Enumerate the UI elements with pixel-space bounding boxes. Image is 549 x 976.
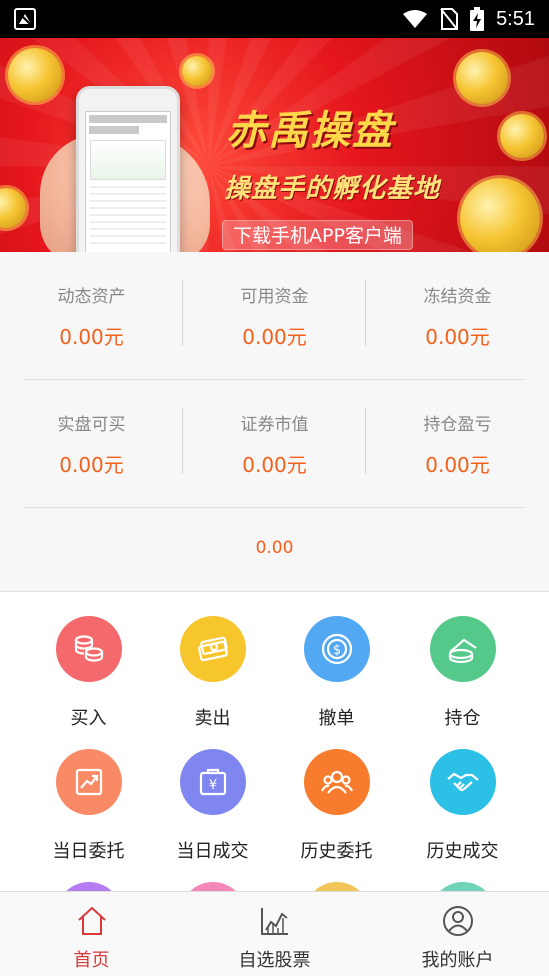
handshake-icon — [429, 749, 496, 815]
dollar-coin-icon: $ — [303, 616, 370, 682]
home-icon — [77, 906, 106, 935]
asset-value: 0.00元 — [425, 453, 490, 477]
menu-item-partial[interactable] — [144, 882, 281, 891]
asset-value: 0.00元 — [242, 325, 307, 349]
menu-label: 买入 — [70, 708, 107, 729]
menu-circle-icon — [179, 882, 246, 891]
nav-watchlist[interactable]: 自选股票 — [183, 892, 366, 976]
promo-banner[interactable]: 赤禹操盘 操盘手的孵化基地 下载手机APP客户端 — [0, 38, 549, 252]
menu-circle-icon — [55, 882, 122, 891]
status-time: 5:51 — [496, 7, 535, 30]
no-sim-icon — [440, 8, 459, 30]
menu-label: 历史成交 — [426, 841, 499, 862]
gold-coin-decoration — [8, 48, 62, 102]
phone-illustration — [76, 86, 180, 252]
svg-text:$: $ — [332, 643, 340, 658]
menu-label: 撤单 — [318, 708, 355, 729]
user-icon — [442, 906, 473, 936]
menu-label: 持仓 — [444, 708, 481, 729]
menu-label: 卖出 — [194, 708, 231, 729]
stock-chart-icon — [260, 908, 288, 935]
bottom-nav: 首页 自选股票 我的账户 — [0, 891, 549, 976]
asset-label: 持仓盈亏 — [423, 415, 492, 435]
asset-value: 0.00元 — [59, 453, 124, 477]
yuan-wallet-icon: ¥ — [179, 749, 246, 815]
trend-chart-icon — [55, 749, 122, 815]
cash-icon — [179, 616, 246, 682]
menu-today-orders[interactable]: 当日委托 — [20, 749, 157, 863]
coins-icon — [55, 616, 122, 682]
notification-icon — [14, 8, 36, 30]
asset-row: 实盘可买 0.00元 证券市值 0.00元 持仓盈亏 0.00元 — [0, 380, 549, 480]
gold-coin-decoration — [182, 56, 212, 86]
asset-label: 动态资产 — [57, 287, 126, 307]
money-stack-icon — [429, 616, 496, 682]
asset-value: 0.00元 — [425, 325, 490, 349]
menu-history-deals[interactable]: 历史成交 — [394, 749, 531, 863]
asset-available: 可用资金 0.00元 — [183, 252, 366, 352]
wifi-icon — [403, 10, 428, 28]
asset-value: 0.00元 — [242, 453, 307, 477]
banner-title: 赤禹操盘 — [226, 108, 394, 154]
asset-summary: 动态资产 0.00元 可用资金 0.00元 冻结资金 0.00元 实盘可买 0.… — [0, 252, 549, 590]
asset-frozen: 冻结资金 0.00元 — [366, 252, 549, 352]
function-grid: 买入 卖出 $ 撤单 持仓 当日委托 ¥ 当日成交 历史委托 历史成交 — [0, 591, 549, 891]
menu-history-orders[interactable]: 历史委托 — [268, 749, 405, 863]
menu-sell[interactable]: 卖出 — [144, 616, 281, 730]
asset-label: 冻结资金 — [423, 287, 492, 307]
menu-position[interactable]: 持仓 — [394, 616, 531, 730]
menu-item-partial[interactable] — [268, 882, 405, 891]
people-icon — [303, 749, 370, 815]
asset-label: 可用资金 — [240, 287, 309, 307]
menu-today-deals[interactable]: ¥ 当日成交 — [144, 749, 281, 863]
asset-market-value: 证券市值 0.00元 — [183, 380, 366, 480]
asset-row: 动态资产 0.00元 可用资金 0.00元 冻结资金 0.00元 — [0, 252, 549, 352]
total-value: 0.00 — [255, 538, 294, 558]
gold-coin-decoration — [500, 114, 544, 158]
menu-label: 历史委托 — [300, 841, 373, 862]
nav-home[interactable]: 首页 — [0, 892, 183, 976]
nav-label: 自选股票 — [238, 950, 311, 971]
divider — [24, 507, 524, 508]
banner-subtitle: 操盘手的孵化基地 — [224, 174, 441, 204]
gold-coin-decoration — [460, 178, 540, 252]
asset-label: 实盘可买 — [57, 415, 126, 435]
asset-label: 证券市值 — [240, 415, 309, 435]
menu-circle-icon — [303, 882, 370, 891]
menu-label: 当日委托 — [52, 841, 125, 862]
gold-coin-decoration — [456, 52, 508, 104]
download-app-button[interactable]: 下载手机APP客户端 — [222, 220, 413, 250]
nav-account[interactable]: 我的账户 — [366, 892, 549, 976]
asset-buyable: 实盘可买 0.00元 — [0, 380, 183, 480]
menu-label: 当日成交 — [176, 841, 249, 862]
nav-label: 首页 — [73, 950, 110, 971]
asset-value: 0.00元 — [59, 325, 124, 349]
asset-position-pnl: 持仓盈亏 0.00元 — [366, 380, 549, 480]
svg-text:¥: ¥ — [208, 778, 216, 793]
menu-cancel-order[interactable]: $ 撤单 — [268, 616, 405, 730]
asset-dynamic: 动态资产 0.00元 — [0, 252, 183, 352]
menu-circle-icon — [429, 882, 496, 891]
nav-label: 我的账户 — [421, 950, 494, 971]
menu-item-partial[interactable] — [394, 882, 531, 891]
menu-item-partial[interactable] — [20, 882, 157, 891]
status-bar: 5:51 — [0, 0, 549, 38]
menu-buy[interactable]: 买入 — [20, 616, 157, 730]
battery-charging-icon — [470, 7, 485, 31]
